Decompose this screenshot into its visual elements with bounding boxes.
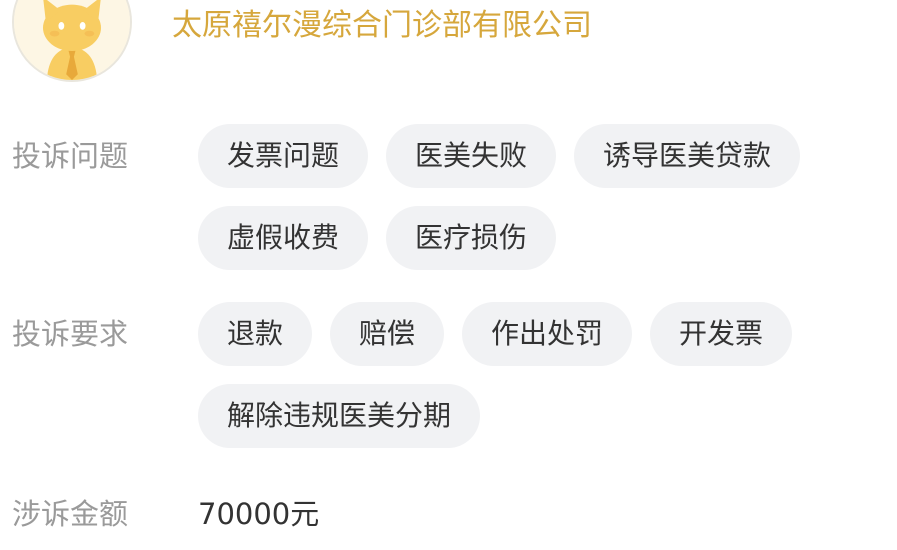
issue-tag-cosmetic-failure[interactable]: 医美失败 [386,124,557,188]
issue-tag-induced-loan[interactable]: 诱导医美贷款 [574,124,801,188]
demand-tag-refund[interactable]: 退款 [198,302,313,366]
company-name[interactable]: 太原禧尔漫综合门诊部有限公司 [172,8,592,44]
avatar[interactable] [12,0,132,82]
complaint-issues-label: 投诉问题 [12,139,129,173]
demand-tag-issue-invoice[interactable]: 开发票 [650,302,793,366]
cat-mascot-icon [14,0,130,80]
amount-value: 70000元 [198,497,320,531]
issue-tag-invoice[interactable]: 发票问题 [198,124,369,188]
issue-tag-false-charges[interactable]: 虚假收费 [198,206,369,270]
complaint-demands-tags: 退款 赔偿 作出处罚 开发票 解除违规医美分期 [198,302,848,448]
complaint-demands-label: 投诉要求 [12,317,129,351]
complaint-issues-tags: 发票问题 医美失败 诱导医美贷款 虚假收费 医疗损伤 [198,124,848,270]
issue-tag-medical-injury[interactable]: 医疗损伤 [386,206,557,270]
demand-tag-penalty[interactable]: 作出处罚 [462,302,633,366]
demand-tag-cancel-installment[interactable]: 解除违规医美分期 [198,384,481,448]
demand-tag-compensation[interactable]: 赔偿 [330,302,445,366]
amount-label: 涉诉金额 [12,497,129,531]
